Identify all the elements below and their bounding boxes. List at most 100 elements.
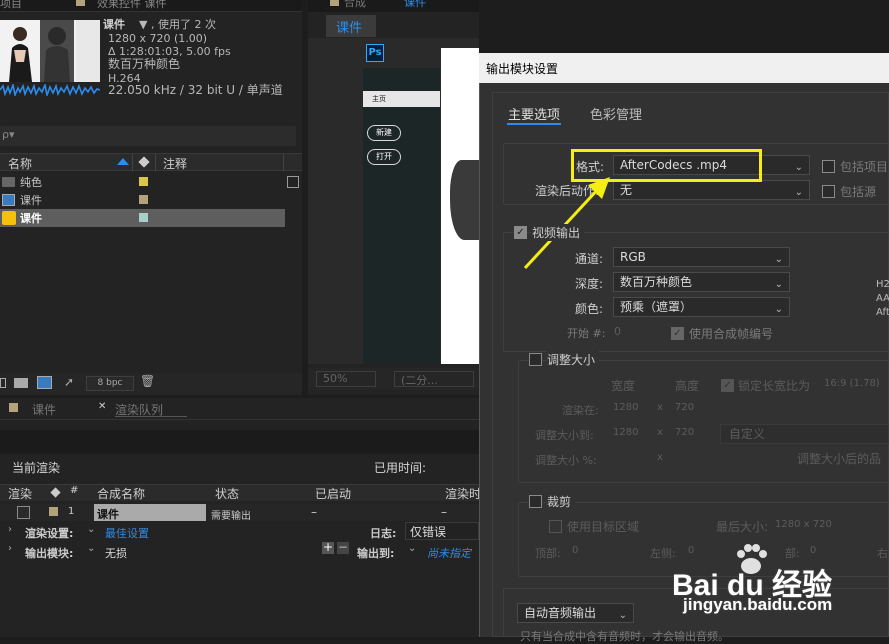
- times-sign: x: [657, 452, 663, 463]
- item-index: 1: [68, 506, 75, 517]
- start-frame-value[interactable]: 0: [614, 325, 621, 338]
- label-swatch[interactable]: [139, 177, 148, 186]
- tab-comp-viewer[interactable]: 课件: [326, 15, 376, 37]
- chevron-down-icon[interactable]: ⌄: [408, 543, 416, 554]
- footage-file-icon: [2, 211, 16, 225]
- resize-preset-dropdown[interactable]: 自定义: [720, 424, 889, 444]
- item-render-time: –: [441, 505, 447, 519]
- column-divider: [155, 154, 156, 171]
- tab-color-management[interactable]: 色彩管理: [590, 104, 642, 123]
- new-composition-icon[interactable]: [37, 376, 52, 389]
- remove-output-icon[interactable]: −: [337, 541, 349, 554]
- label-tag-icon[interactable]: [138, 156, 150, 168]
- column-name[interactable]: 名称: [8, 155, 32, 172]
- col-render[interactable]: 渲染: [8, 485, 32, 502]
- render-at-width: 1280: [613, 402, 639, 413]
- chevron-down-icon: ⌄: [794, 187, 803, 198]
- output-module-value[interactable]: 无损: [105, 545, 127, 561]
- elapsed-time-label: 已用时间:: [374, 461, 427, 475]
- flowchart-icon[interactable]: [287, 176, 299, 188]
- add-output-icon[interactable]: +: [322, 541, 334, 554]
- use-target-region-label: 使用目标区域: [567, 520, 640, 534]
- project-item-row-selected[interactable]: 课件: [0, 209, 285, 227]
- render-settings-value[interactable]: 最佳设置: [105, 525, 149, 541]
- ps-new-button: 新建: [367, 125, 401, 141]
- chevron-down-icon: ⌄: [794, 162, 803, 173]
- col-started[interactable]: 已启动: [315, 485, 351, 502]
- depth-value: 数百万种颜色: [620, 275, 693, 289]
- resize-quality-label: 调整大小后的品: [797, 452, 882, 466]
- label-swatch[interactable]: [139, 195, 148, 204]
- close-icon[interactable]: ✕: [98, 401, 106, 412]
- column-comment[interactable]: 注释: [163, 155, 187, 172]
- resize-checkbox[interactable]: [529, 353, 542, 366]
- tab-timeline[interactable]: 课件: [32, 401, 56, 418]
- footage-resolution: 1280 x 720 (1.00): [108, 32, 208, 45]
- render-checkbox[interactable]: [17, 506, 30, 519]
- crop-top-value[interactable]: 0: [572, 545, 578, 556]
- include-source-checkbox[interactable]: [822, 185, 835, 198]
- resize-to-label: 调整大小到:: [535, 429, 594, 442]
- zoom-dropdown[interactable]: 50%: [316, 371, 376, 387]
- project-search-input[interactable]: ρ▾: [0, 126, 296, 146]
- audio-output-dropdown[interactable]: 自动音频输出 ⌄: [517, 603, 634, 623]
- comp-tab-label: 课件: [336, 21, 363, 36]
- resolution-dropdown[interactable]: (二分...: [394, 371, 474, 387]
- audio-output-value: 自动音频输出: [524, 606, 597, 620]
- label-swatch[interactable]: [49, 507, 58, 516]
- rq-item-row[interactable]: 1 课件 需要输出 – –: [0, 504, 479, 522]
- depth-dropdown[interactable]: 数百万种颜色 ⌄: [613, 272, 790, 292]
- tab-effect-controls[interactable]: 效果控件 课件: [97, 0, 167, 11]
- codec-info-line: Aft: [876, 307, 889, 318]
- tab-main-options[interactable]: 主要选项: [508, 104, 560, 123]
- col-status[interactable]: 状态: [215, 485, 239, 502]
- video-output-checkbox[interactable]: ✓: [514, 226, 527, 239]
- post-render-dropdown[interactable]: 无 ⌄: [613, 180, 810, 200]
- column-divider: [132, 154, 133, 171]
- project-panel: 项目 效果控件 课件 课件 ▼ , 使用了 2 次 1280 x 720 (1.…: [0, 0, 302, 395]
- baidu-watermark-logo: Bai du 经验: [672, 542, 832, 602]
- project-item-row[interactable]: 纯色: [0, 173, 285, 191]
- resize-to-height[interactable]: 720: [675, 427, 694, 438]
- watermark-url: jingyan.baidu.com: [683, 595, 833, 614]
- trash-icon[interactable]: 🗑: [140, 374, 155, 388]
- item-comp-name: 课件: [97, 508, 119, 521]
- new-folder-icon[interactable]: [14, 378, 28, 388]
- col-comp-name[interactable]: 合成名称: [97, 485, 145, 502]
- label-swatch[interactable]: [139, 213, 148, 222]
- col-render-time[interactable]: 渲染时: [445, 485, 481, 502]
- project-settings-icon[interactable]: ➚: [64, 375, 74, 389]
- use-target-region-checkbox[interactable]: [549, 520, 562, 533]
- output-to-value[interactable]: 尚未指定: [427, 545, 471, 561]
- lock-aspect-checkbox[interactable]: ✓: [721, 379, 734, 392]
- tab-project[interactable]: 项目: [0, 0, 22, 11]
- expand-chevron-icon[interactable]: ›: [8, 524, 12, 535]
- footage-name: 课件: [103, 18, 125, 31]
- log-dropdown[interactable]: 仅错误: [405, 522, 479, 540]
- chevron-down-icon[interactable]: ⌄: [87, 543, 95, 554]
- project-item-row[interactable]: 课件: [0, 191, 285, 209]
- chevron-down-icon: ⌄: [774, 254, 783, 265]
- chevron-down-icon: ⌄: [774, 304, 783, 315]
- codec-info-line: H2: [876, 279, 889, 290]
- post-render-value: 无: [620, 183, 633, 197]
- channel-dropdown[interactable]: RGB ⌄: [613, 247, 790, 267]
- times-sign: x: [657, 402, 663, 413]
- bit-depth-button[interactable]: 8 bpc: [86, 376, 134, 391]
- video-output-label: 视频输出: [532, 224, 585, 241]
- sort-ascending-icon[interactable]: [117, 158, 129, 165]
- col-index[interactable]: #: [70, 485, 78, 496]
- include-project-checkbox[interactable]: [822, 160, 835, 173]
- color-dropdown[interactable]: 预乘（遮罩） ⌄: [613, 297, 790, 317]
- footage-color-depth: 数百万种颜色: [108, 57, 181, 71]
- crop-checkbox[interactable]: [529, 495, 542, 508]
- resize-to-width[interactable]: 1280: [613, 427, 638, 438]
- chevron-down-icon[interactable]: ⌄: [87, 524, 95, 535]
- use-comp-frame-checkbox[interactable]: ✓: [671, 327, 684, 340]
- chevron-down-icon: ⌄: [774, 279, 783, 290]
- render-at-height: 720: [675, 402, 695, 413]
- expand-chevron-icon[interactable]: ›: [8, 543, 12, 554]
- comp-header-label: 合成: [344, 0, 366, 9]
- comp-header-name[interactable]: 课件: [404, 0, 426, 10]
- interpret-footage-icon[interactable]: [0, 378, 6, 388]
